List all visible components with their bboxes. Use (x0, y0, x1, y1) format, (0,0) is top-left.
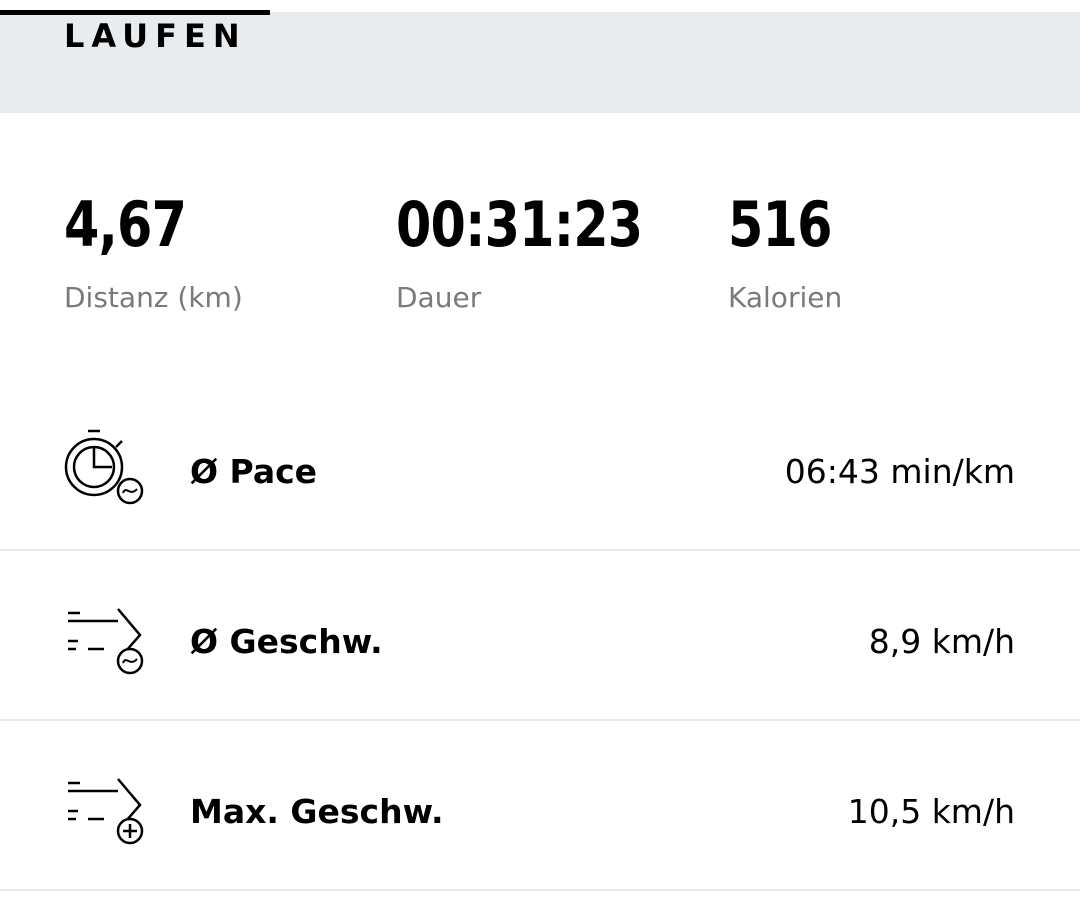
stat-calories: 516 Kalorien (728, 186, 854, 318)
metric-value-pace: 06:43 min/km (784, 452, 1015, 491)
calories-label: Kalorien (728, 281, 843, 314)
tab-running[interactable]: LAUFEN (64, 14, 247, 58)
stat-duration: 00:31:23 Dauer (396, 186, 696, 318)
stat-distance: 4,67 Distanz (km) (64, 186, 243, 318)
distance-label: Distanz (km) (64, 281, 243, 314)
metric-label-average-speed: Ø Geschw. (190, 622, 383, 661)
metric-label-max-speed: Max. Geschw. (190, 792, 444, 831)
row-divider (0, 889, 1080, 891)
metric-value-average-speed: 8,9 km/h (868, 622, 1015, 661)
duration-label: Dauer (396, 281, 482, 314)
speed-average-icon (68, 608, 144, 675)
stopwatch-average-icon (64, 429, 144, 505)
metric-value-max-speed: 10,5 km/h (847, 792, 1015, 831)
duration-value: 00:31:23 (396, 188, 643, 261)
calories-value: 516 (728, 188, 832, 261)
metric-row-pace: Ø Pace 06:43 min/km (0, 381, 1080, 551)
speed-max-icon (68, 778, 144, 845)
distance-value: 4,67 (64, 188, 187, 261)
metric-row-max-speed: Max. Geschw. 10,5 km/h (0, 721, 1080, 891)
metric-label-pace: Ø Pace (190, 452, 318, 491)
metric-row-average-speed: Ø Geschw. 8,9 km/h (0, 551, 1080, 721)
activity-summary-page: LAUFEN 4,67 Distanz (km) 00:31:23 Dauer … (0, 0, 1080, 907)
